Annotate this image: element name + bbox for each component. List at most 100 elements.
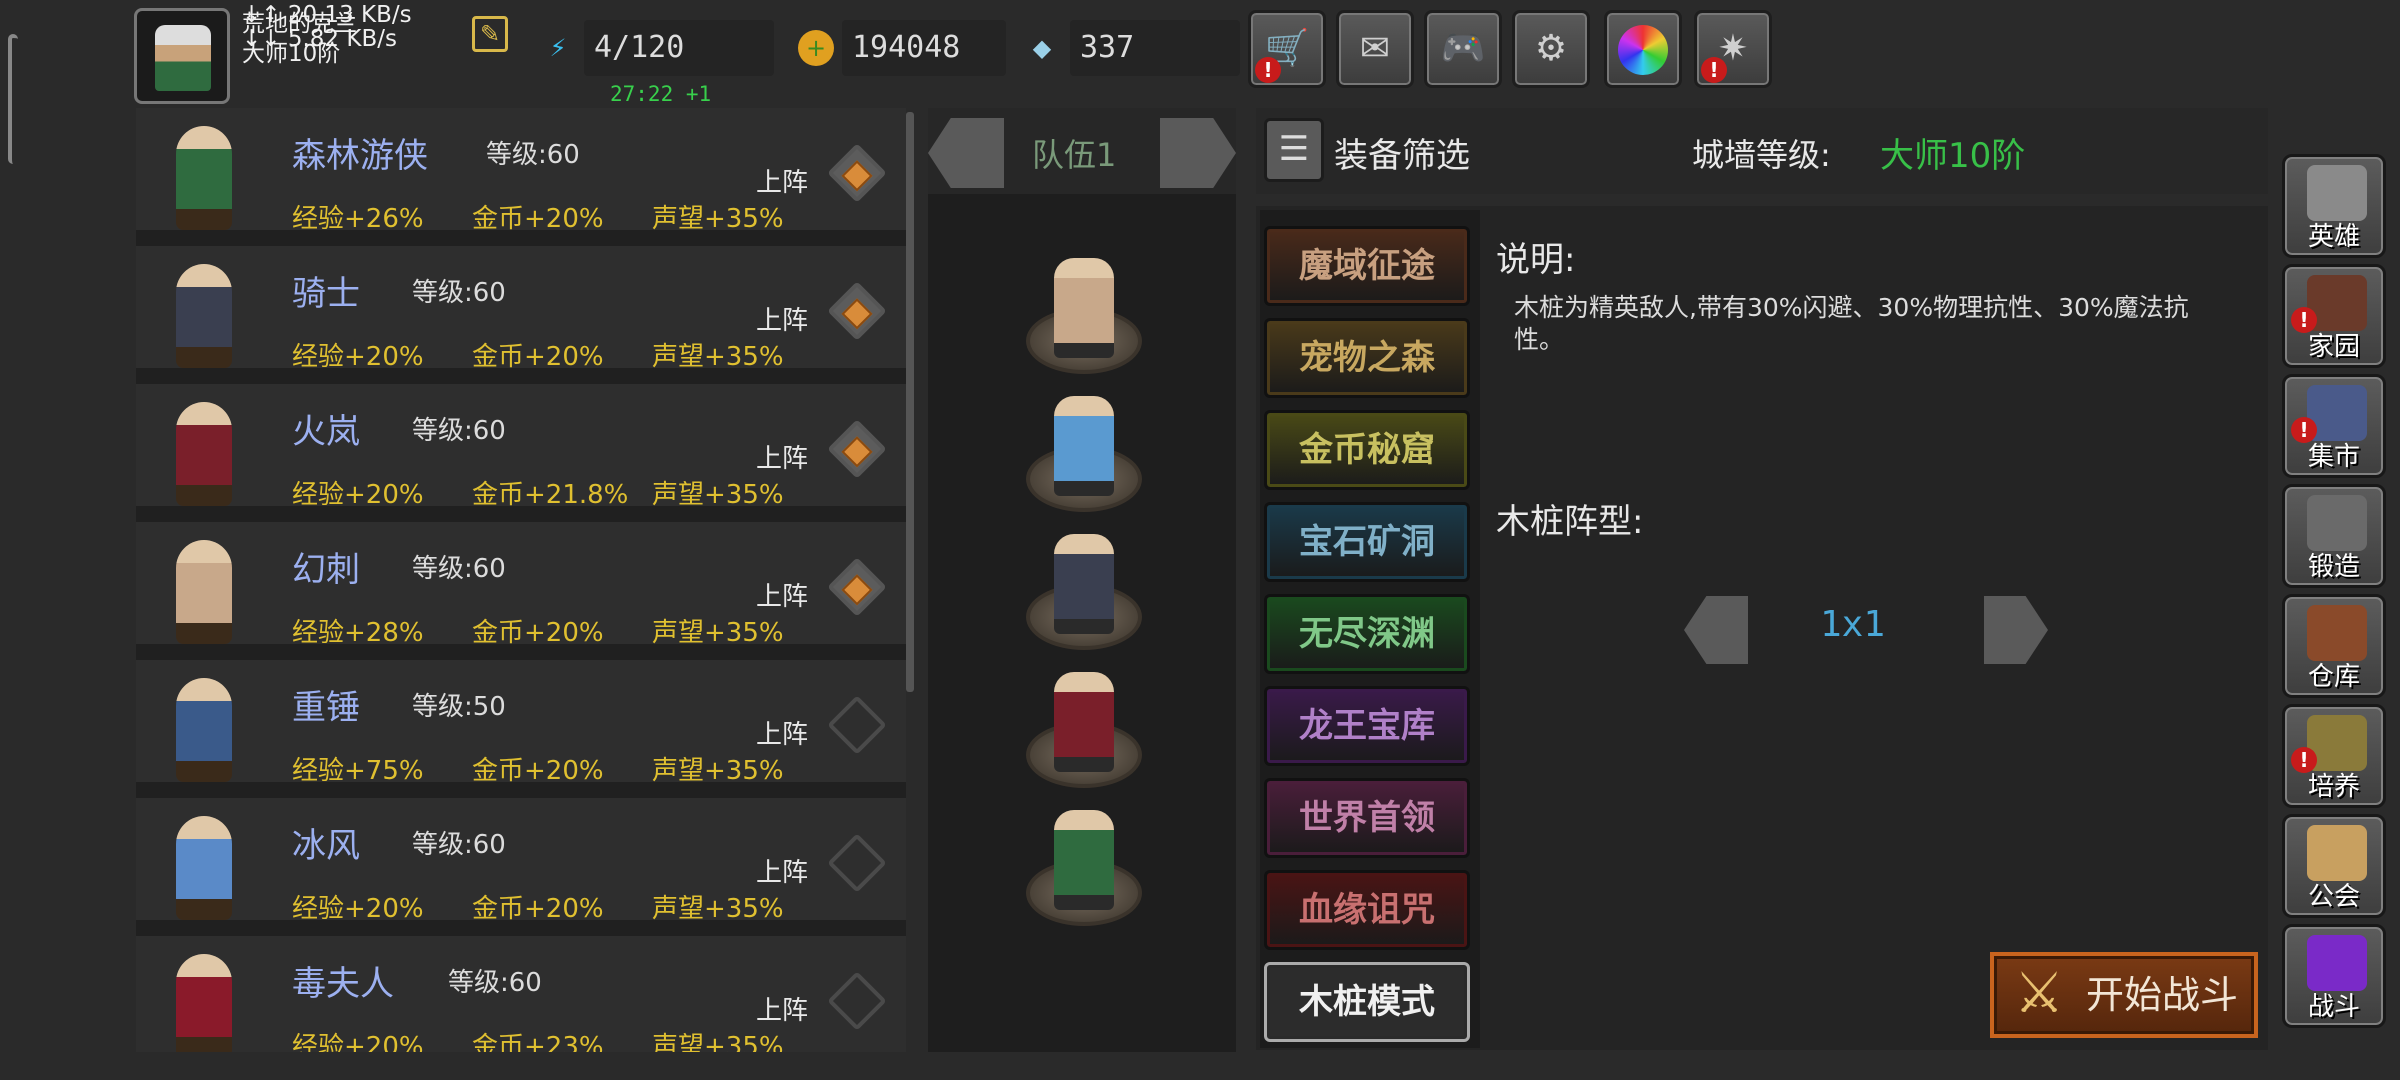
deploy-toggle-icon[interactable] [827,833,887,893]
hero-row[interactable]: 森林游侠 等级:60 经验+26% 金币+20% 声望+35% 上阵 [136,108,906,238]
hero-name: 冰风 [292,826,360,866]
mode-button[interactable]: 世界首领 [1264,778,1470,858]
hero-gold-bonus: 金币+20% [472,342,604,372]
team-hero-sprite[interactable] [1054,396,1114,496]
mode-button[interactable]: 血缘诅咒 [1264,870,1470,950]
hero-portrait [176,402,232,506]
deploy-toggle-icon[interactable] [827,557,887,617]
player-info: ↓↑ 20.13 KB/s 荒地的克兰 ↓↓ 5.82 KB/s 大师10阶 [242,4,412,66]
gold-counter: 194048 [842,20,1006,76]
hero-row[interactable]: 毒夫人 等级:60 经验+20% 金币+23% 声望+35% 上阵 [136,936,906,1052]
hero-gold-bonus: 金币+20% [472,756,604,786]
hero-row[interactable]: 冰风 等级:60 经验+20% 金币+20% 声望+35% 上阵 [136,798,906,928]
hero-name: 毒夫人 [292,964,394,1004]
player-avatar[interactable] [134,8,230,104]
start-battle-label: 开始战斗 [2086,973,2239,1017]
hero-row[interactable]: 火岚 等级:60 经验+20% 金币+21.8% 声望+35% 上阵 [136,384,906,514]
gem-counter: 337 [1070,20,1240,76]
gem-icon: ◆ [1032,34,1052,62]
hero-level: 等级:50 [412,692,506,722]
energy-counter: 4/120 [584,20,774,76]
team-hero-sprite[interactable] [1054,672,1114,772]
hero-list[interactable]: 森林游侠 等级:60 经验+26% 金币+20% 声望+35% 上阵 骑士 等级:60 经验+2… [136,108,906,1052]
hero-fame-bonus: 声望+35% [652,480,784,510]
hero-row[interactable]: 骑士 等级:60 经验+20% 金币+20% 声望+35% 上阵 [136,246,906,376]
color-wheel-icon[interactable] [1604,10,1682,88]
deploy-toggle-icon[interactable] [827,695,887,755]
mode-button[interactable]: 金币秘窟 [1264,410,1470,490]
helmet-icon [2307,165,2367,221]
portal-icon [2307,935,2367,991]
side-menu-portal[interactable]: 战斗 [2282,924,2386,1028]
energy-icon: ⚡ [549,34,567,62]
crossed-swords-icon: ⚔ [2014,961,2065,1026]
hero-portrait [176,816,232,920]
hero-level: 等级:60 [412,554,506,584]
hero-portrait [176,540,232,644]
team-column [928,108,1236,1052]
hero-list-scrollbar[interactable] [906,112,914,692]
alert-icon: ! [1701,57,1727,83]
team-hero-sprite[interactable] [1054,534,1114,634]
edit-name-icon[interactable]: ✎ [472,16,508,52]
mode-button[interactable]: 宝石矿洞 [1264,502,1470,582]
mode-button[interactable]: 木桩模式 [1264,962,1470,1042]
hero-deploy-label: 上阵 [756,444,809,474]
side-menu-label: 战斗 [2307,992,2360,1022]
hero-exp-bonus: 经验+20% [292,480,424,510]
hero-row[interactable]: 幻刺 等级:60 经验+28% 金币+20% 声望+35% 上阵 [136,522,906,652]
menu-list-icon[interactable]: ☰ [1264,118,1324,182]
hero-exp-bonus: 经验+20% [292,894,424,924]
hero-name: 幻刺 [292,550,360,590]
mode-button[interactable]: 龙王宝库 [1264,686,1470,766]
hero-deploy-label: 上阵 [756,582,809,612]
side-menu-label: 仓库 [2307,662,2360,692]
left-drawer-handle[interactable] [8,34,18,164]
deploy-toggle-icon[interactable] [827,419,887,479]
hero-level: 等级:60 [412,278,506,308]
formation-title: 木桩阵型: [1496,502,1644,542]
side-menu-label: 集市 [2307,442,2360,472]
team-hero-sprite[interactable] [1054,258,1114,358]
hero-name: 骑士 [292,274,360,314]
side-menu-guild-lion[interactable]: 公会 [2282,814,2386,918]
equipment-filter-label[interactable]: 装备筛选 [1334,128,1470,177]
warehouse-icon [2307,605,2367,661]
avatar-portrait [155,25,211,91]
hero-portrait [176,678,232,782]
hero-row[interactable]: 重锤 等级:50 经验+75% 金币+20% 声望+35% 上阵 [136,660,906,790]
team-hero-sprite[interactable] [1054,810,1114,910]
hero-exp-bonus: 经验+20% [292,1032,424,1052]
alert-icon: ! [1255,57,1281,83]
guild-lion-icon [2307,825,2367,881]
mode-button[interactable]: 无尽深渊 [1264,594,1470,674]
hero-fame-bonus: 声望+35% [652,894,784,924]
mode-button[interactable]: 宠物之森 [1264,318,1470,398]
side-menu-castle[interactable]: ! 家园 [2282,264,2386,368]
start-battle-button[interactable]: ⚔ 开始战斗 [1990,952,2258,1038]
hero-name: 火岚 [292,412,360,452]
hero-level: 等级:60 [448,968,542,998]
side-menu-helmet[interactable]: 英雄 [2282,154,2386,258]
side-menu-trophy-cup[interactable]: ! 培养 [2282,704,2386,808]
description-text: 木桩为精英敌人,带有30%闪避、30%物理抗性、30%魔法抗性。 [1514,293,2189,354]
hero-fame-bonus: 声望+35% [652,342,784,372]
deploy-toggle-icon[interactable] [827,281,887,341]
mode-button[interactable]: 魔域征途 [1264,226,1470,306]
shop-cart-icon[interactable]: 🛒! [1248,10,1326,88]
deploy-toggle-icon[interactable] [827,143,887,203]
energy-timer: 27:22 +1 [610,82,712,106]
side-menu-market-stall[interactable]: ! 集市 [2282,374,2386,478]
fireworks-icon[interactable]: ✷! [1694,10,1772,88]
anvil-icon [2307,495,2367,551]
hero-fame-bonus: 声望+35% [652,618,784,648]
hero-deploy-label: 上阵 [756,996,809,1026]
side-menu-anvil[interactable]: 锻造 [2282,484,2386,588]
side-menu-warehouse[interactable]: 仓库 [2282,594,2386,698]
wall-level-value: 大师10阶 [1880,136,2026,176]
settings-gear-icon[interactable]: ⚙ [1512,10,1590,88]
deploy-toggle-icon[interactable] [827,971,887,1031]
gamepad-icon[interactable]: 🎮 [1424,10,1502,88]
mail-icon[interactable]: ✉ [1336,10,1414,88]
hero-gold-bonus: 金币+20% [472,618,604,648]
